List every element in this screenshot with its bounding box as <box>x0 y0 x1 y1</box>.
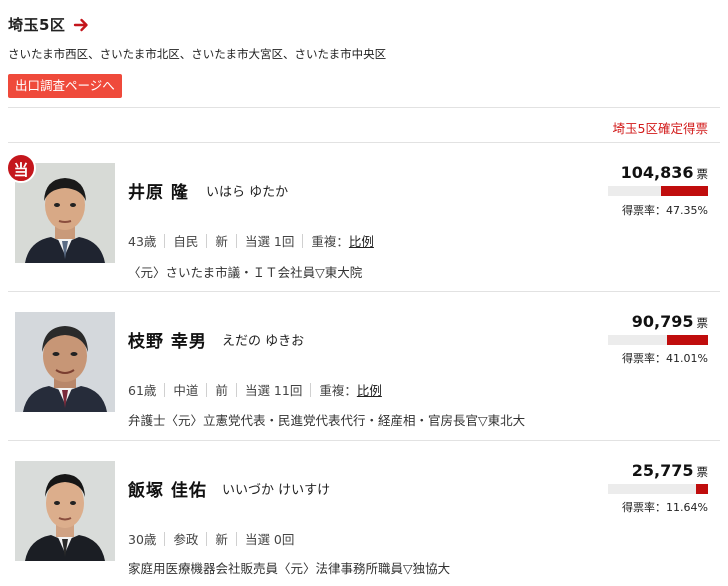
candidate-kana: いはら ゆたか <box>206 185 289 200</box>
divider <box>8 142 720 143</box>
vote-count: 90,795 票 <box>632 312 708 331</box>
vote-share-bar <box>608 335 708 345</box>
candidate-name: 飯塚 佳佑 <box>128 481 207 501</box>
candidate-name: 井原 隆 <box>128 183 189 203</box>
duplicate-link[interactable]: 比例 <box>349 231 374 250</box>
candidate-wins: 当選 0回 <box>244 532 295 547</box>
arrow-right-icon[interactable] <box>73 17 89 33</box>
duplicate-link[interactable]: 比例 <box>357 380 382 399</box>
duplicate-label: 重複： <box>319 383 357 398</box>
candidate-wins: 当選 11回 <box>244 383 303 398</box>
vote-share-text: 得票率：41.01% <box>622 352 708 365</box>
vote-unit: 票 <box>696 465 709 479</box>
candidate-age: 61歳 <box>128 383 157 398</box>
divider <box>8 440 720 441</box>
vote-share-fill <box>667 335 708 345</box>
candidate-name: 枝野 幸男 <box>128 332 207 352</box>
candidate-meta: 43歳 自民 新 当選 1回 重複： 比例 <box>128 231 374 250</box>
candidate-status: 前 <box>215 383 228 398</box>
vote-count: 25,775 票 <box>632 461 708 480</box>
candidate-age: 30歳 <box>128 532 157 547</box>
candidate-career: 〈元〉さいたま市議・ＩＴ会社員▽東大院 <box>128 265 363 280</box>
divider <box>8 107 720 108</box>
vote-share-text: 得票率：11.64% <box>622 501 708 514</box>
candidate-party: 中道 <box>173 383 199 398</box>
candidate-kana: えだの ゆきお <box>222 334 305 349</box>
vote-share-bar <box>608 484 708 494</box>
vote-share-text: 得票率：47.35% <box>622 204 708 217</box>
vote-number: 25,775 <box>631 461 694 480</box>
candidate-status: 新 <box>215 234 228 249</box>
candidate-photo <box>15 312 115 412</box>
elected-badge: 当 <box>6 153 36 183</box>
vote-unit: 票 <box>696 167 709 181</box>
candidate-party: 自民 <box>173 234 199 249</box>
confirmed-votes-link[interactable]: 埼玉5区確定得票 <box>613 118 708 137</box>
exit-poll-button[interactable]: 出口調査ページへ <box>8 74 122 98</box>
district-header[interactable]: 埼玉5区 <box>8 14 89 35</box>
vote-count: 104,836 票 <box>621 163 708 182</box>
candidate-career: 家庭用医療機器会社販売員〈元〉法律事務所職員▽独協大 <box>128 561 451 576</box>
district-areas: さいたま市西区、さいたま市北区、さいたま市大宮区、さいたま市中央区 <box>8 47 387 61</box>
candidate-career: 弁護士〈元〉立憲党代表・民進党代表代行・経産相・官房長官▽東北大 <box>128 413 526 428</box>
divider <box>8 291 720 292</box>
vote-number: 104,836 <box>620 163 694 182</box>
vote-share-fill <box>696 484 708 494</box>
vote-unit: 票 <box>696 316 709 330</box>
district-title[interactable]: 埼玉5区 <box>8 14 65 35</box>
candidate-party: 参政 <box>173 532 199 547</box>
candidate-kana: いいづか けいすけ <box>222 483 331 498</box>
candidate-meta: 61歳 中道 前 当選 11回 重複： 比例 <box>128 380 382 399</box>
candidate-age: 43歳 <box>128 234 157 249</box>
candidate-photo <box>15 461 115 561</box>
candidate-status: 新 <box>215 532 228 547</box>
candidate-wins: 当選 1回 <box>244 234 295 249</box>
duplicate-label: 重複： <box>311 234 349 249</box>
vote-number: 90,795 <box>631 312 694 331</box>
vote-share-bar <box>608 186 708 196</box>
vote-share-fill <box>660 186 708 196</box>
candidate-meta: 30歳 参政 新 当選 0回 <box>128 529 294 548</box>
